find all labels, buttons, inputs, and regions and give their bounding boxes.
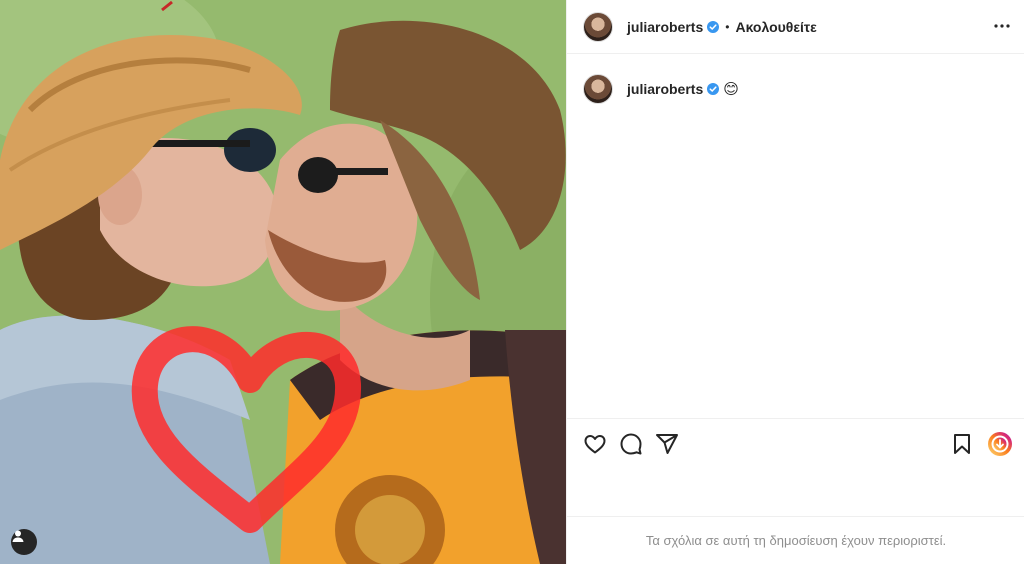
photo-illustration xyxy=(0,0,566,564)
post-side-panel: juliaroberts • Ακολουθείτε juliaroberts xyxy=(566,0,1024,564)
username-link[interactable]: juliaroberts xyxy=(627,19,703,35)
avatar[interactable] xyxy=(583,11,613,42)
paper-plane-icon[interactable] xyxy=(655,432,679,461)
tagged-users-button[interactable] xyxy=(11,529,37,555)
post-header: juliaroberts • Ακολουθείτε xyxy=(567,0,1024,54)
downloader-extension-icon[interactable] xyxy=(987,431,1013,462)
comments-restricted-notice: Τα σχόλια σε αυτή τη δημοσίευση έχουν πε… xyxy=(567,516,1024,564)
caption-username[interactable]: juliaroberts xyxy=(627,81,703,97)
heart-outline-icon[interactable] xyxy=(583,432,607,461)
verified-badge-icon xyxy=(707,20,720,33)
separator-dot: • xyxy=(725,19,730,34)
post-actions xyxy=(567,418,1024,468)
comments-restricted-text: Τα σχόλια σε αυτή τη δημοσίευση έχουν πε… xyxy=(645,533,947,548)
caption: juliaroberts 😊 xyxy=(583,74,739,104)
more-options-icon[interactable] xyxy=(993,17,1011,40)
comment-bubble-icon[interactable] xyxy=(619,432,643,461)
following-button[interactable]: Ακολουθείτε xyxy=(735,19,816,35)
post-photo[interactable] xyxy=(0,0,566,564)
caption-text: 😊 xyxy=(723,80,739,98)
verified-badge-icon xyxy=(707,83,720,95)
bookmark-icon[interactable] xyxy=(950,432,974,461)
caption-avatar[interactable] xyxy=(583,74,613,104)
